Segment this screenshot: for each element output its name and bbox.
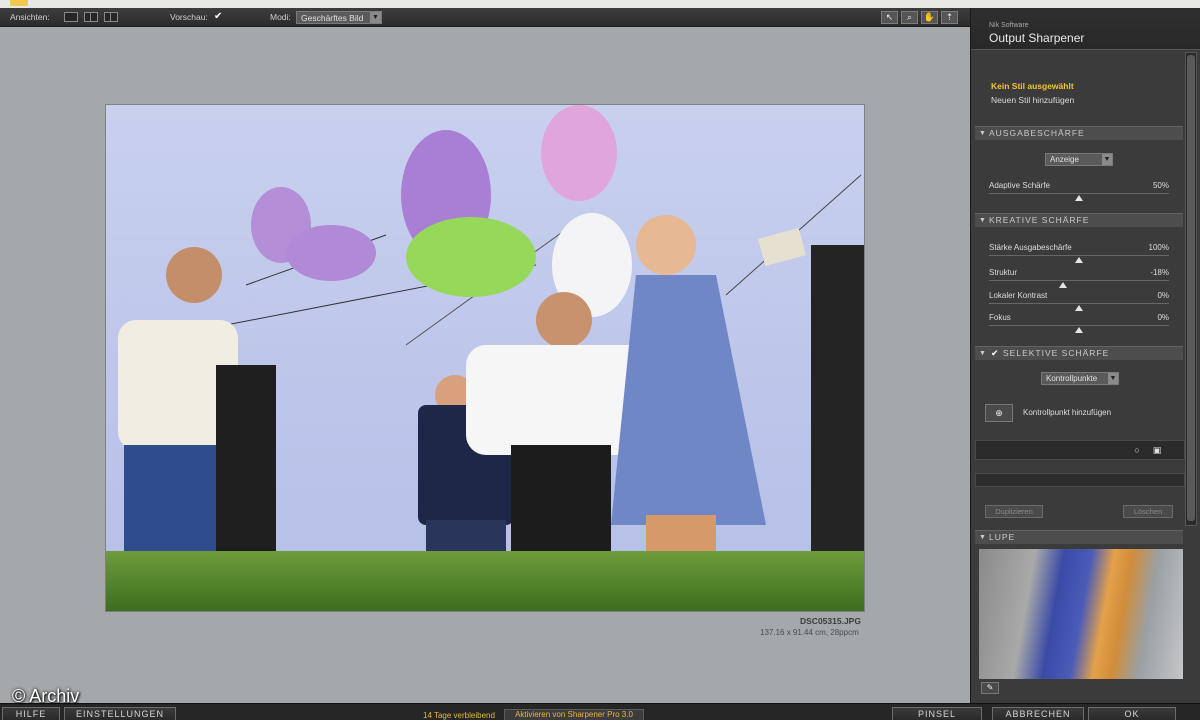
slider-value: 100% <box>1148 243 1169 252</box>
mode-select[interactable]: Geschärftes Bild ▼ <box>296 11 382 24</box>
control-point-icon: ⊕ <box>995 408 1003 418</box>
window-title-strip <box>0 0 1200 8</box>
section-title: LUPE <box>989 532 1016 542</box>
image-preview-area[interactable]: DSC05315.JPG 137.16 x 91.44 cm, 28ppcm <box>0 27 970 703</box>
collapse-triangle-icon: ▼ <box>979 217 987 224</box>
slider-track[interactable] <box>989 325 1169 326</box>
zoom-tool-icon[interactable]: ⌕ <box>901 11 918 24</box>
copyright-watermark: © Archiv <box>12 686 80 706</box>
slider-track[interactable] <box>989 280 1169 281</box>
collapse-triangle-icon: ▼ <box>979 534 987 541</box>
preview-checkbox[interactable]: ✔ <box>214 11 222 22</box>
brand-header: Nik Software Output Sharpener <box>971 8 1200 50</box>
trial-days-remaining: 14 Tage verbleibend <box>423 711 495 720</box>
single-view-icon[interactable] <box>64 12 78 22</box>
section-loupe[interactable]: ▼ LUPE <box>975 530 1183 544</box>
add-control-point-button[interactable]: ⊕ <box>985 404 1013 422</box>
help-button[interactable]: HILFE <box>2 707 60 720</box>
control-points-value: Kontrollpunkte <box>1046 374 1098 383</box>
section-output-sharpening[interactable]: ▼ AUSGABESCHÄRFE <box>975 126 1183 140</box>
control-points-select[interactable]: Kontrollpunkte ▼ <box>1041 372 1119 385</box>
add-style-link[interactable]: Neuen Stil hinzufügen <box>991 95 1074 105</box>
section-title: SELEKTIVE SCHÄRFE <box>1003 348 1110 358</box>
folder-icon <box>10 0 28 6</box>
slider-knob[interactable] <box>1075 327 1083 333</box>
views-label: Ansichten: <box>10 12 50 22</box>
vendor-name: Nik Software <box>989 22 1029 29</box>
control-point-list[interactable]: ○ ▣ <box>975 440 1185 460</box>
slider-knob[interactable] <box>1058 282 1067 288</box>
slider-knob[interactable] <box>1075 305 1083 311</box>
settings-button[interactable]: EINSTELLUNGEN <box>64 707 176 720</box>
panel-scrollbar[interactable] <box>1185 52 1197 526</box>
slider-knob[interactable] <box>1075 195 1083 201</box>
photo-illustration <box>118 105 864 595</box>
slider-label: Fokus <box>989 313 1011 322</box>
duplicate-button[interactable]: Duplizieren <box>985 505 1043 518</box>
pin-icon[interactable]: ✎ <box>981 682 999 694</box>
mode-label: Modi: <box>270 12 291 22</box>
selective-enable-checkbox[interactable]: ✔ <box>991 347 1000 360</box>
grass-strip <box>106 551 864 611</box>
brush-button[interactable]: PINSEL <box>892 707 982 720</box>
slider-value: 0% <box>1157 291 1169 300</box>
split-view-icon[interactable] <box>84 12 98 22</box>
chevron-down-icon: ▼ <box>1102 154 1112 165</box>
slider-label: Stärke Ausgabeschärfe <box>989 243 1072 252</box>
top-toolbar: Ansichten: Vorschau: ✔ Modi: Geschärftes… <box>0 8 970 27</box>
style-selected[interactable]: Kein Stil ausgewählt <box>991 81 1074 91</box>
hand-tool-icon[interactable]: ✋ <box>921 11 938 24</box>
slider-label: Lokaler Kontrast <box>989 291 1048 300</box>
collapse-triangle-icon: ▼ <box>979 350 987 357</box>
collapse-triangle-icon: ▼ <box>979 130 987 137</box>
chevron-down-icon: ▼ <box>1108 373 1118 384</box>
sharpener-panel: Nik Software Output Sharpener Kein Stil … <box>970 8 1200 703</box>
circle-icon[interactable]: ○ <box>1132 445 1142 455</box>
slider-track[interactable] <box>989 303 1169 304</box>
control-point-opacity-bar <box>975 473 1185 487</box>
delete-button[interactable]: Löschen <box>1123 505 1173 518</box>
product-name: Output Sharpener <box>989 31 1085 45</box>
section-title: KREATIVE SCHÄRFE <box>989 215 1090 225</box>
section-title: AUSGABESCHÄRFE <box>989 128 1085 138</box>
slider-value: 0% <box>1157 313 1169 322</box>
slider-value: -18% <box>1150 268 1169 277</box>
slider-label: Struktur <box>989 268 1018 277</box>
loupe-preview[interactable] <box>979 549 1183 679</box>
file-dimensions: 137.16 x 91.44 cm, 28ppcm <box>760 628 859 637</box>
slider-track[interactable] <box>989 255 1169 256</box>
slider-track[interactable] <box>989 193 1169 194</box>
slider-knob[interactable] <box>1075 257 1083 263</box>
slider-value: 50% <box>1152 181 1169 190</box>
side-by-side-view-icon[interactable] <box>104 12 118 22</box>
scrollbar-thumb[interactable] <box>1187 55 1195 521</box>
ok-button[interactable]: OK <box>1088 707 1176 720</box>
add-control-point-label: Kontrollpunkt hinzufügen <box>1023 408 1112 417</box>
preview-photo[interactable] <box>105 104 865 612</box>
output-mode-select[interactable]: Anzeige ▼ <box>1045 153 1113 166</box>
upload-icon[interactable]: ⇡ <box>941 11 958 24</box>
file-name: DSC05315.JPG <box>800 616 861 626</box>
chevron-down-icon: ▼ <box>370 12 381 23</box>
pointer-tool-icon[interactable]: ↖ <box>881 11 898 24</box>
bottom-bar: HILFE EINSTELLUNGEN 14 Tage verbleibend … <box>0 703 1200 720</box>
slider-label: Adaptive Schärfe <box>989 181 1050 190</box>
activate-button[interactable]: Aktivieren von Sharpener Pro 3.0 <box>504 709 644 720</box>
preview-label: Vorschau: <box>170 12 208 22</box>
section-creative-sharpening[interactable]: ▼ KREATIVE SCHÄRFE <box>975 213 1183 227</box>
section-selective-sharpening[interactable]: ▼ ✔ SELEKTIVE SCHÄRFE <box>975 346 1183 360</box>
output-mode-value: Anzeige <box>1050 155 1079 164</box>
mode-select-value: Geschärftes Bild <box>301 13 364 23</box>
square-icon[interactable]: ▣ <box>1152 445 1162 455</box>
cancel-button[interactable]: ABBRECHEN <box>992 707 1084 720</box>
